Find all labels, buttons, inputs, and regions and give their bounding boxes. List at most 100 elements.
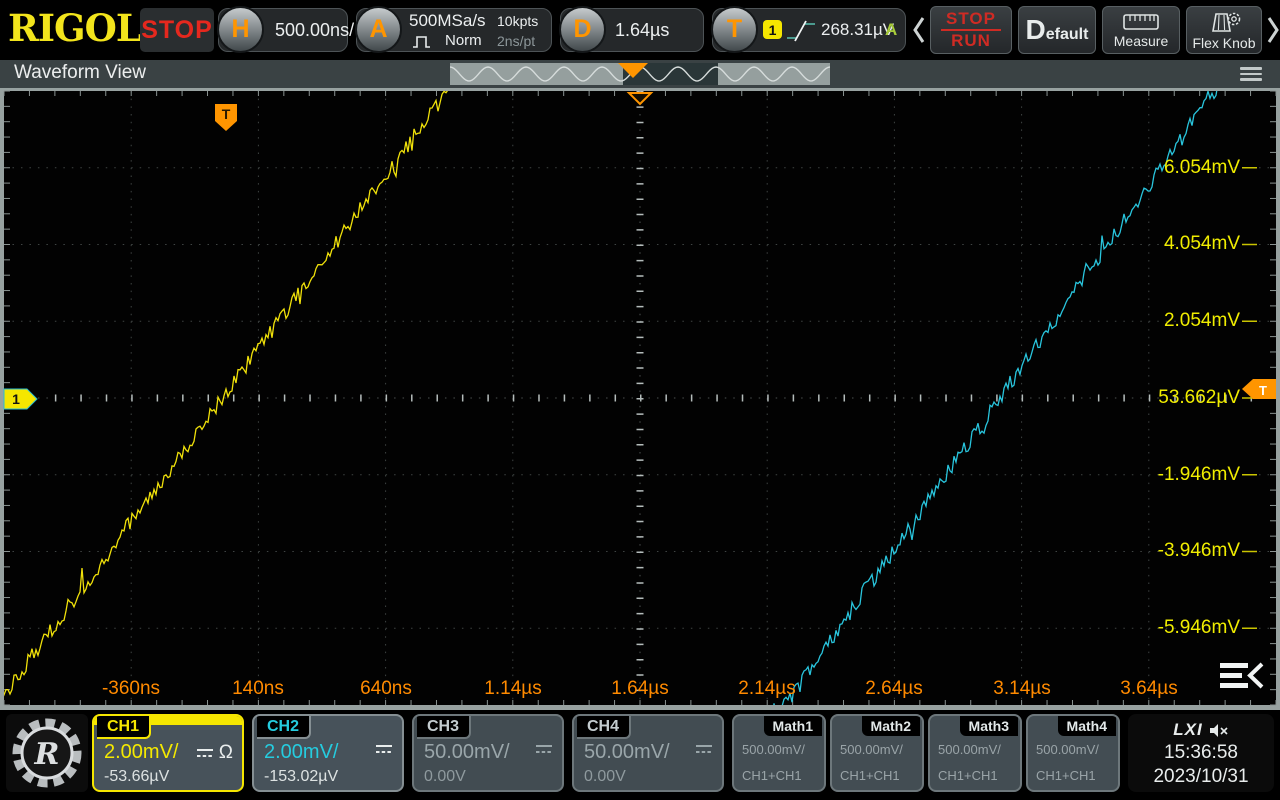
dc-coupling-icon: [535, 743, 553, 755]
acq-mode: Norm: [445, 20, 482, 62]
svg-text:T: T: [222, 106, 231, 122]
speaker-muted-icon: [1209, 723, 1229, 738]
toolbar-scroll-right-icon[interactable]: [1266, 15, 1280, 45]
waveform-view-menu-icon[interactable]: [1240, 67, 1262, 81]
delay-group[interactable]: D 1.64µs: [560, 8, 704, 52]
math-card-math2[interactable]: Math2 500.00mV/ CH1+CH1: [830, 714, 924, 792]
pulse-norm-icon: [411, 34, 437, 49]
ch3-offset: 0.00V: [424, 768, 466, 786]
ch2-tab[interactable]: CH2: [257, 716, 311, 739]
horizontal-scale-value: 500.00ns/: [275, 9, 354, 51]
ruler-icon: [1122, 13, 1160, 31]
channel-card-ch4[interactable]: CH4 50.00mV/ 0.00V: [572, 714, 724, 792]
system-time: 15:36:58: [1128, 742, 1274, 764]
rigol-logo: RIGOL: [8, 8, 141, 48]
run-label: RUN: [951, 31, 991, 51]
ch3-scale: 50.00mV/: [424, 741, 510, 764]
v-axis-label: -5.946mV: [1120, 618, 1240, 638]
t-axis-label: 640ns: [338, 679, 434, 699]
flex-knob-button[interactable]: Flex Knob: [1186, 6, 1262, 54]
timebase-overview-strip[interactable]: [450, 63, 830, 85]
ch4-scale: 50.00mV/: [584, 741, 670, 764]
trigger-level-value: 268.31µV: [821, 9, 894, 51]
toolbar-scroll-left-icon[interactable]: [912, 15, 926, 45]
default-label: Default: [1026, 16, 1089, 44]
v-axis-label: 53.662µV: [1120, 388, 1240, 408]
lxi-label: LXI: [1173, 720, 1202, 740]
math3-scale: 500.00mV/: [938, 742, 1001, 757]
ch1-impedance: Ω: [219, 743, 233, 762]
stop-label: STOP: [941, 9, 1001, 31]
trigger-knob[interactable]: T: [711, 6, 758, 53]
t-axis-label: 3.14µs: [974, 679, 1070, 699]
math1-expression: CH1+CH1: [742, 768, 802, 783]
flex-knob-label: Flex Knob: [1192, 36, 1255, 50]
dc-coupling-icon: [196, 747, 214, 759]
v-axis-label: 4.054mV: [1120, 234, 1240, 254]
graticule-frame-right: [1276, 88, 1280, 710]
svg-text:R: R: [34, 737, 60, 772]
channel-card-ch3[interactable]: CH3 50.00mV/ 0.00V: [412, 714, 564, 792]
svg-text:1: 1: [12, 391, 20, 407]
ch3-tab[interactable]: CH3: [417, 716, 471, 739]
measure-label: Measure: [1114, 34, 1168, 48]
math4-expression: CH1+CH1: [1036, 768, 1096, 783]
channel-card-ch2[interactable]: CH2 2.00mV/ -153.02µV: [252, 714, 404, 792]
rigol-gear-logo[interactable]: R: [6, 714, 88, 792]
stop-run-button[interactable]: STOP RUN: [930, 6, 1012, 54]
channel-status-bar: R CH1 2.00mV/ Ω -53.66µV CH2 2.00mV/ -15…: [0, 712, 1280, 800]
dc-coupling-icon: [695, 743, 713, 755]
t-axis-label: 140ns: [210, 679, 306, 699]
channel-card-ch1[interactable]: CH1 2.00mV/ Ω -53.66µV: [92, 714, 244, 792]
math4-tab[interactable]: Math4: [1058, 716, 1116, 736]
trigger-group[interactable]: T 1 268.31µV A: [712, 8, 906, 52]
t-axis-label: 1.14µs: [465, 679, 561, 699]
trigger-source-badge: 1: [763, 20, 782, 39]
ch4-tab[interactable]: CH4: [577, 716, 631, 739]
math2-tab[interactable]: Math2: [862, 716, 920, 736]
graticule-frame-left: [0, 88, 4, 710]
math3-tab[interactable]: Math3: [960, 716, 1018, 736]
trigger-status: A: [885, 9, 897, 51]
delay-knob[interactable]: D: [559, 6, 606, 53]
math-card-math3[interactable]: Math3 500.00mV/ CH1+CH1: [928, 714, 1022, 792]
ch4-offset: 0.00V: [584, 768, 626, 786]
acquisition-knob[interactable]: A: [355, 6, 402, 53]
t-axis-label: 1.64µs: [592, 679, 688, 699]
delay-value: 1.64µs: [615, 9, 669, 51]
math1-tab[interactable]: Math1: [764, 716, 822, 736]
acquisition-group[interactable]: A 500MSa/s Norm 10kpts 2ns/pt: [356, 8, 552, 52]
system-status-block[interactable]: LXI 15:36:58 2023/10/31: [1128, 714, 1274, 792]
math2-scale: 500.00mV/: [840, 742, 903, 757]
math-card-math1[interactable]: Math1 500.00mV/ CH1+CH1: [732, 714, 826, 792]
dc-coupling-icon: [375, 743, 393, 755]
system-date: 2023/10/31: [1128, 766, 1274, 788]
math3-expression: CH1+CH1: [938, 768, 998, 783]
t-axis-label: 3.64µs: [1101, 679, 1197, 699]
default-button[interactable]: Default: [1018, 6, 1096, 54]
waveform-canvas[interactable]: T 1 T: [0, 88, 1280, 712]
waveform-view-title: Waveform View: [14, 62, 146, 84]
math4-scale: 500.00mV/: [1036, 742, 1099, 757]
graticule-frame-top: [0, 88, 1280, 91]
math-card-math4[interactable]: Math4 500.00mV/ CH1+CH1: [1026, 714, 1120, 792]
t-axis-label: 2.64µs: [846, 679, 942, 699]
ch1-scale: 2.00mV/: [104, 741, 178, 764]
rising-edge-icon: [785, 17, 817, 45]
sample-resolution: 2ns/pt: [497, 20, 535, 62]
horizontal-knob[interactable]: H: [217, 6, 264, 53]
v-axis-label: -3.946mV: [1120, 541, 1240, 561]
v-axis-label: 2.054mV: [1120, 311, 1240, 331]
ch1-offset: -53.66µV: [104, 768, 169, 786]
ch1-tab[interactable]: CH1: [97, 716, 151, 739]
run-state-badge[interactable]: STOP: [140, 8, 214, 52]
ch2-offset: -153.02µV: [264, 768, 338, 786]
ch2-scale: 2.00mV/: [264, 741, 338, 764]
waveform-view-titlebar: Waveform View: [0, 60, 1280, 88]
v-axis-label: 6.054mV: [1120, 158, 1240, 178]
v-axis-label: -1.946mV: [1120, 465, 1240, 485]
measure-button[interactable]: Measure: [1102, 6, 1180, 54]
t-axis-label: 2.14µs: [719, 679, 815, 699]
math1-scale: 500.00mV/: [742, 742, 805, 757]
horizontal-scale-group[interactable]: H 500.00ns/: [218, 8, 348, 52]
